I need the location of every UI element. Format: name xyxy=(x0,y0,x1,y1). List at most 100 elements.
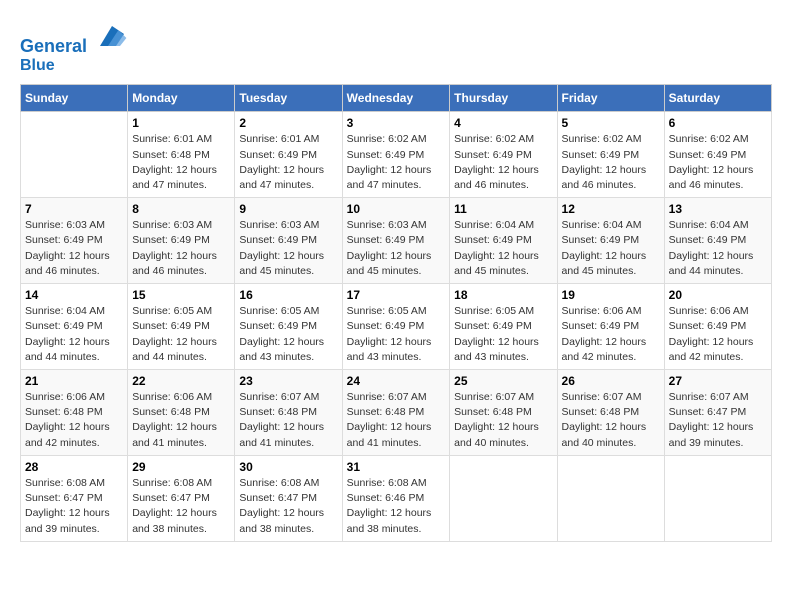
day-detail: Sunrise: 6:06 AMSunset: 6:49 PMDaylight:… xyxy=(562,304,660,365)
day-detail: Sunrise: 6:06 AMSunset: 6:48 PMDaylight:… xyxy=(132,390,230,451)
day-detail: Sunrise: 6:03 AMSunset: 6:49 PMDaylight:… xyxy=(239,218,337,279)
day-detail: Sunrise: 6:05 AMSunset: 6:49 PMDaylight:… xyxy=(454,304,552,365)
calendar-day-cell: 5 Sunrise: 6:02 AMSunset: 6:49 PMDayligh… xyxy=(557,112,664,198)
calendar-day-cell: 25 Sunrise: 6:07 AMSunset: 6:48 PMDaylig… xyxy=(450,370,557,456)
day-number: 13 xyxy=(669,202,767,216)
calendar-day-cell: 19 Sunrise: 6:06 AMSunset: 6:49 PMDaylig… xyxy=(557,284,664,370)
day-detail: Sunrise: 6:02 AMSunset: 6:49 PMDaylight:… xyxy=(347,132,446,193)
day-detail: Sunrise: 6:04 AMSunset: 6:49 PMDaylight:… xyxy=(669,218,767,279)
weekday-header: Thursday xyxy=(450,85,557,112)
day-number: 28 xyxy=(25,460,123,474)
day-number: 22 xyxy=(132,374,230,388)
calendar-week-row: 1 Sunrise: 6:01 AMSunset: 6:48 PMDayligh… xyxy=(21,112,772,198)
calendar-day-cell: 9 Sunrise: 6:03 AMSunset: 6:49 PMDayligh… xyxy=(235,198,342,284)
calendar-week-row: 28 Sunrise: 6:08 AMSunset: 6:47 PMDaylig… xyxy=(21,455,772,541)
calendar-day-cell: 12 Sunrise: 6:04 AMSunset: 6:49 PMDaylig… xyxy=(557,198,664,284)
weekday-header: Tuesday xyxy=(235,85,342,112)
day-detail: Sunrise: 6:03 AMSunset: 6:49 PMDaylight:… xyxy=(347,218,446,279)
calendar-day-cell: 16 Sunrise: 6:05 AMSunset: 6:49 PMDaylig… xyxy=(235,284,342,370)
day-number: 19 xyxy=(562,288,660,302)
day-number: 2 xyxy=(239,116,337,130)
day-detail: Sunrise: 6:02 AMSunset: 6:49 PMDaylight:… xyxy=(669,132,767,193)
day-detail: Sunrise: 6:04 AMSunset: 6:49 PMDaylight:… xyxy=(562,218,660,279)
logo: General Blue xyxy=(20,20,128,74)
weekday-header: Wednesday xyxy=(342,85,450,112)
calendar-table: SundayMondayTuesdayWednesdayThursdayFrid… xyxy=(20,84,772,541)
calendar-day-cell: 22 Sunrise: 6:06 AMSunset: 6:48 PMDaylig… xyxy=(128,370,235,456)
day-number: 3 xyxy=(347,116,446,130)
day-number: 8 xyxy=(132,202,230,216)
day-detail: Sunrise: 6:06 AMSunset: 6:48 PMDaylight:… xyxy=(25,390,123,451)
calendar-day-cell: 28 Sunrise: 6:08 AMSunset: 6:47 PMDaylig… xyxy=(21,455,128,541)
calendar-body: 1 Sunrise: 6:01 AMSunset: 6:48 PMDayligh… xyxy=(21,112,772,541)
day-number: 18 xyxy=(454,288,552,302)
day-number: 5 xyxy=(562,116,660,130)
calendar-day-cell: 11 Sunrise: 6:04 AMSunset: 6:49 PMDaylig… xyxy=(450,198,557,284)
day-number: 27 xyxy=(669,374,767,388)
calendar-day-cell: 14 Sunrise: 6:04 AMSunset: 6:49 PMDaylig… xyxy=(21,284,128,370)
calendar-day-cell: 7 Sunrise: 6:03 AMSunset: 6:49 PMDayligh… xyxy=(21,198,128,284)
calendar-day-cell: 30 Sunrise: 6:08 AMSunset: 6:47 PMDaylig… xyxy=(235,455,342,541)
day-detail: Sunrise: 6:02 AMSunset: 6:49 PMDaylight:… xyxy=(454,132,552,193)
weekday-header: Saturday xyxy=(664,85,771,112)
calendar-day-cell: 29 Sunrise: 6:08 AMSunset: 6:47 PMDaylig… xyxy=(128,455,235,541)
day-number: 15 xyxy=(132,288,230,302)
calendar-day-cell: 20 Sunrise: 6:06 AMSunset: 6:49 PMDaylig… xyxy=(664,284,771,370)
calendar-day-cell: 1 Sunrise: 6:01 AMSunset: 6:48 PMDayligh… xyxy=(128,112,235,198)
day-number: 26 xyxy=(562,374,660,388)
calendar-day-cell: 31 Sunrise: 6:08 AMSunset: 6:46 PMDaylig… xyxy=(342,455,450,541)
day-number: 17 xyxy=(347,288,446,302)
day-detail: Sunrise: 6:07 AMSunset: 6:48 PMDaylight:… xyxy=(347,390,446,451)
day-number: 24 xyxy=(347,374,446,388)
calendar-day-cell: 27 Sunrise: 6:07 AMSunset: 6:47 PMDaylig… xyxy=(664,370,771,456)
calendar-header: SundayMondayTuesdayWednesdayThursdayFrid… xyxy=(21,85,772,112)
calendar-day-cell: 26 Sunrise: 6:07 AMSunset: 6:48 PMDaylig… xyxy=(557,370,664,456)
day-detail: Sunrise: 6:08 AMSunset: 6:47 PMDaylight:… xyxy=(132,476,230,537)
calendar-day-cell: 15 Sunrise: 6:05 AMSunset: 6:49 PMDaylig… xyxy=(128,284,235,370)
calendar-day-cell: 2 Sunrise: 6:01 AMSunset: 6:49 PMDayligh… xyxy=(235,112,342,198)
day-detail: Sunrise: 6:02 AMSunset: 6:49 PMDaylight:… xyxy=(562,132,660,193)
weekday-row: SundayMondayTuesdayWednesdayThursdayFrid… xyxy=(21,85,772,112)
day-number: 6 xyxy=(669,116,767,130)
page-header: General Blue xyxy=(20,20,772,74)
day-detail: Sunrise: 6:05 AMSunset: 6:49 PMDaylight:… xyxy=(347,304,446,365)
calendar-day-cell: 21 Sunrise: 6:06 AMSunset: 6:48 PMDaylig… xyxy=(21,370,128,456)
day-number: 1 xyxy=(132,116,230,130)
day-number: 9 xyxy=(239,202,337,216)
day-number: 29 xyxy=(132,460,230,474)
calendar-day-cell xyxy=(21,112,128,198)
day-detail: Sunrise: 6:07 AMSunset: 6:48 PMDaylight:… xyxy=(239,390,337,451)
calendar-day-cell: 6 Sunrise: 6:02 AMSunset: 6:49 PMDayligh… xyxy=(664,112,771,198)
calendar-day-cell: 24 Sunrise: 6:07 AMSunset: 6:48 PMDaylig… xyxy=(342,370,450,456)
day-detail: Sunrise: 6:06 AMSunset: 6:49 PMDaylight:… xyxy=(669,304,767,365)
calendar-day-cell xyxy=(664,455,771,541)
day-number: 23 xyxy=(239,374,337,388)
day-detail: Sunrise: 6:07 AMSunset: 6:47 PMDaylight:… xyxy=(669,390,767,451)
day-number: 31 xyxy=(347,460,446,474)
calendar-day-cell: 10 Sunrise: 6:03 AMSunset: 6:49 PMDaylig… xyxy=(342,198,450,284)
calendar-day-cell: 3 Sunrise: 6:02 AMSunset: 6:49 PMDayligh… xyxy=(342,112,450,198)
day-detail: Sunrise: 6:08 AMSunset: 6:46 PMDaylight:… xyxy=(347,476,446,537)
calendar-day-cell: 4 Sunrise: 6:02 AMSunset: 6:49 PMDayligh… xyxy=(450,112,557,198)
calendar-day-cell: 17 Sunrise: 6:05 AMSunset: 6:49 PMDaylig… xyxy=(342,284,450,370)
day-number: 11 xyxy=(454,202,552,216)
day-number: 21 xyxy=(25,374,123,388)
day-number: 4 xyxy=(454,116,552,130)
weekday-header: Sunday xyxy=(21,85,128,112)
day-number: 10 xyxy=(347,202,446,216)
day-detail: Sunrise: 6:01 AMSunset: 6:49 PMDaylight:… xyxy=(239,132,337,193)
day-detail: Sunrise: 6:01 AMSunset: 6:48 PMDaylight:… xyxy=(132,132,230,193)
day-detail: Sunrise: 6:03 AMSunset: 6:49 PMDaylight:… xyxy=(132,218,230,279)
calendar-day-cell: 13 Sunrise: 6:04 AMSunset: 6:49 PMDaylig… xyxy=(664,198,771,284)
logo-text: General xyxy=(20,20,128,57)
day-number: 25 xyxy=(454,374,552,388)
day-number: 12 xyxy=(562,202,660,216)
weekday-header: Monday xyxy=(128,85,235,112)
calendar-day-cell: 18 Sunrise: 6:05 AMSunset: 6:49 PMDaylig… xyxy=(450,284,557,370)
day-number: 30 xyxy=(239,460,337,474)
day-detail: Sunrise: 6:04 AMSunset: 6:49 PMDaylight:… xyxy=(454,218,552,279)
calendar-day-cell xyxy=(557,455,664,541)
calendar-week-row: 21 Sunrise: 6:06 AMSunset: 6:48 PMDaylig… xyxy=(21,370,772,456)
day-number: 7 xyxy=(25,202,123,216)
logo-blue: Blue xyxy=(20,57,128,75)
